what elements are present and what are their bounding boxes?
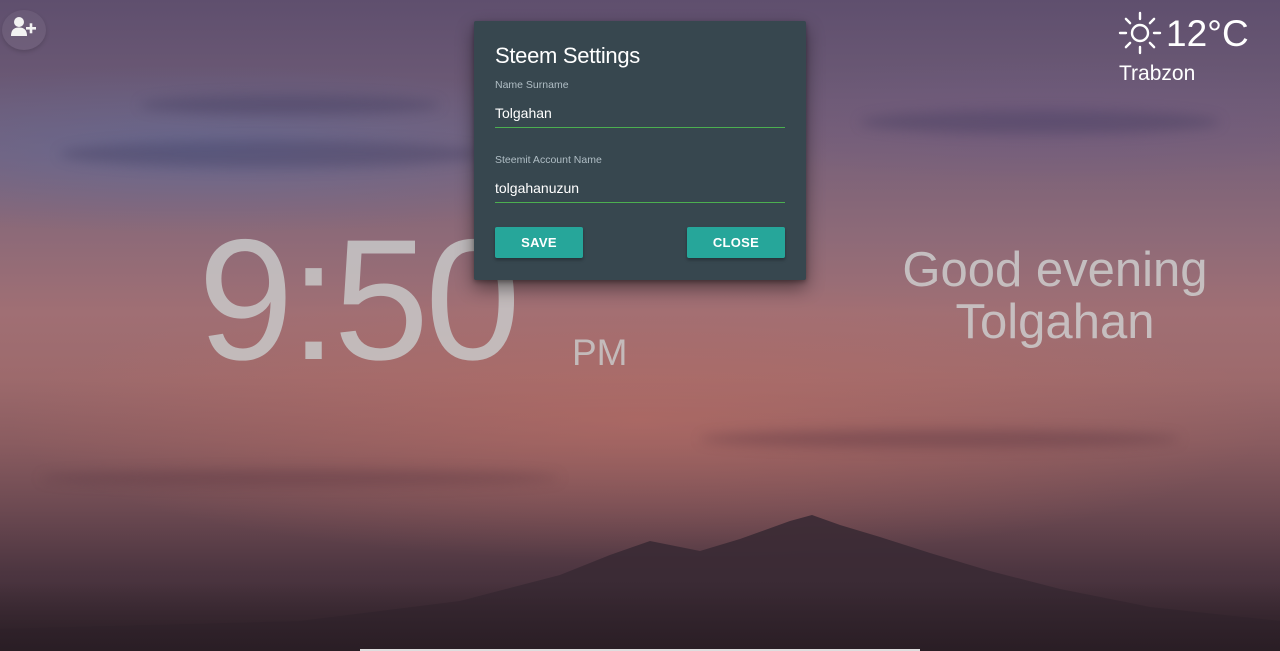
clock-time: 9:50: [198, 204, 521, 396]
cloud-streak: [140, 95, 440, 115]
clock-period: PM: [572, 332, 628, 373]
cloud-streak: [60, 140, 480, 168]
greeting: Good evening Tolgahan: [880, 244, 1230, 348]
account-field-label: Steemit Account Name: [495, 154, 602, 166]
save-button[interactable]: SAVE: [495, 227, 583, 258]
modal-title: Steem Settings: [495, 43, 640, 68]
steemit-account-input[interactable]: [495, 174, 785, 203]
cloud-streak: [40, 470, 560, 486]
city-name: Trabzon: [1119, 62, 1196, 85]
settings-modal: Steem Settings Name Surname Steemit Acco…: [474, 21, 806, 280]
bottom-shade: [0, 581, 1280, 651]
add-user-button[interactable]: [2, 10, 46, 50]
greeting-line: Good evening: [902, 243, 1208, 297]
name-field-label: Name Surname: [495, 79, 569, 91]
close-button[interactable]: CLOSE: [687, 227, 785, 258]
clock: 9:50 PM: [198, 204, 628, 396]
temperature: 12°C: [1166, 13, 1249, 54]
sun-icon: [1118, 11, 1162, 55]
weather-widget: 12°C Trabzon: [1108, 8, 1268, 88]
name-surname-input[interactable]: [495, 99, 785, 128]
greeting-name: Tolgahan: [955, 295, 1155, 349]
cloud-streak: [860, 110, 1220, 134]
cloud-streak: [700, 430, 1180, 448]
background-scene: 12°C Trabzon 9:50 PM Good evening Tolgah…: [0, 0, 1280, 651]
add-user-icon: [11, 17, 36, 36]
